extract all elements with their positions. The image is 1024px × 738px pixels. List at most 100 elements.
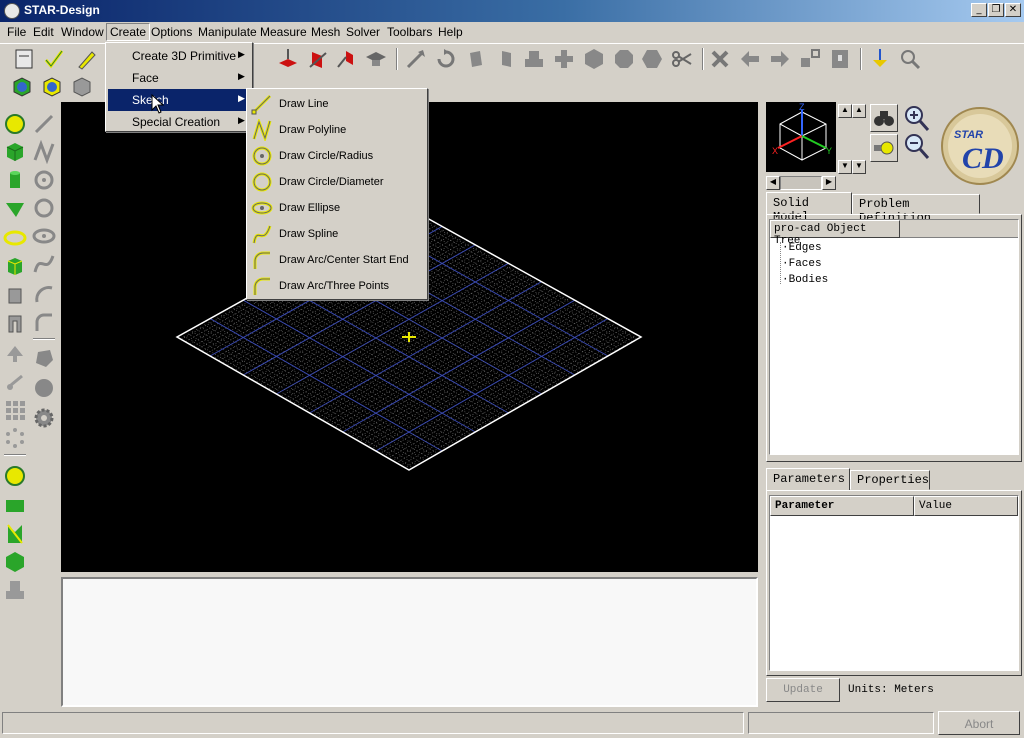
binoculars-icon[interactable]	[870, 104, 898, 132]
sketch-ellipse-icon[interactable]	[32, 224, 56, 248]
torus-icon[interactable]	[3, 226, 27, 250]
menu-item-draw-arc-center[interactable]: Draw Arc/Center Start End	[249, 247, 425, 273]
update-button[interactable]: Update	[766, 678, 840, 702]
cube-icon[interactable]	[3, 140, 27, 164]
sketch-circle-diameter-icon[interactable]	[32, 196, 56, 220]
menu-item-draw-arc-three-points[interactable]: Draw Arc/Three Points	[249, 273, 425, 299]
block-2-icon[interactable]	[494, 47, 518, 71]
menu-edit[interactable]: Edit	[30, 24, 57, 40]
polygon-face-icon[interactable]	[3, 522, 27, 546]
magnifier-icon[interactable]	[898, 47, 922, 71]
menu-help[interactable]: Help	[435, 24, 466, 40]
pin-down-icon[interactable]	[868, 47, 892, 71]
arrow-icon[interactable]	[404, 47, 428, 71]
tree-item-faces[interactable]: ·Faces	[782, 258, 822, 270]
menu-file[interactable]: File	[4, 24, 29, 40]
menu-item-draw-spline[interactable]: Draw Spline	[249, 221, 425, 247]
rotate-left-arrow-icon[interactable]: ◀	[766, 176, 780, 190]
tab-parameters[interactable]: Parameters	[766, 468, 850, 490]
menu-item-draw-polyline[interactable]: Draw Polyline	[249, 117, 425, 143]
rectangle-face-icon[interactable]	[3, 494, 27, 518]
minimize-button[interactable]: _	[971, 3, 987, 17]
light-icon[interactable]	[870, 134, 898, 162]
tab-solid-model[interactable]: Solid Model	[766, 192, 852, 224]
pencil-icon[interactable]	[74, 47, 98, 71]
rotate-down-arrow-icon[interactable]: ▼	[838, 160, 852, 174]
resize-icon[interactable]	[798, 47, 822, 71]
rotate-up-arrow-icon[interactable]: ▲	[838, 104, 852, 118]
menu-item-special-creation[interactable]: Special Creation ▶	[108, 111, 250, 133]
menu-mesh[interactable]: Mesh	[308, 24, 343, 40]
sketch-polyline-icon[interactable]	[32, 139, 56, 165]
column-header-value[interactable]: Value	[914, 496, 1018, 516]
zoom-out-icon[interactable]	[902, 132, 930, 160]
new-document-icon[interactable]	[12, 47, 36, 71]
circular-array-icon[interactable]	[3, 426, 27, 450]
rotate-icon[interactable]	[434, 47, 458, 71]
rotate-right-arrow-icon[interactable]: ▶	[822, 176, 836, 190]
extrude-icon[interactable]	[3, 284, 27, 308]
sketch-arc-center-icon[interactable]	[32, 282, 56, 306]
hexagon-face-icon[interactable]	[3, 550, 27, 574]
object-tree[interactable]: pro-cad Object Tree ·Edges ·Faces ·Bodie…	[769, 219, 1019, 455]
menu-item-face[interactable]: Face ▶	[108, 67, 250, 89]
panel-icon[interactable]	[828, 47, 852, 71]
sweep-icon[interactable]	[3, 342, 27, 366]
tab-properties[interactable]: Properties	[850, 470, 930, 490]
hexagon-icon[interactable]	[582, 47, 606, 71]
arrow-left-icon[interactable]	[738, 47, 762, 71]
menu-create[interactable]: Create	[106, 23, 151, 41]
output-console[interactable]	[61, 577, 758, 707]
gear-icon[interactable]	[32, 406, 56, 430]
check-icon[interactable]	[42, 47, 66, 71]
prism-icon[interactable]	[3, 254, 27, 278]
sketch-spline-icon[interactable]	[32, 252, 56, 276]
cone-icon[interactable]	[3, 196, 27, 220]
view-red-side-icon[interactable]	[334, 47, 358, 71]
sketch-circle-radius-icon[interactable]	[32, 168, 56, 192]
abort-button[interactable]: Abort	[938, 711, 1020, 735]
cylinder-icon[interactable]	[3, 168, 27, 192]
view-red-plane-icon[interactable]	[276, 47, 300, 71]
stack-icon[interactable]	[522, 47, 546, 71]
arrow-right-icon[interactable]	[768, 47, 792, 71]
blob-2-icon[interactable]	[32, 376, 56, 400]
cube-yellow-icon[interactable]	[40, 75, 64, 99]
block-icon[interactable]	[464, 47, 488, 71]
restore-button[interactable]: ❐	[988, 3, 1004, 17]
cube-world-icon[interactable]	[10, 75, 34, 99]
tab-problem-definition[interactable]: Problem Definition	[852, 194, 980, 225]
blob-icon[interactable]	[32, 346, 56, 370]
rotate-down-2-arrow-icon[interactable]: ▼	[852, 160, 866, 174]
menu-measure[interactable]: Measure	[257, 24, 310, 40]
column-header-parameter[interactable]: Parameter	[770, 496, 914, 516]
zoom-in-icon[interactable]	[902, 104, 930, 132]
menu-item-draw-line[interactable]: Draw Line	[249, 91, 425, 117]
sphere-icon[interactable]	[3, 112, 27, 136]
menu-item-draw-circle-diameter[interactable]: Draw Circle/Diameter	[249, 169, 425, 195]
scissors-icon[interactable]	[670, 47, 694, 71]
loft-icon[interactable]	[3, 370, 27, 394]
cube-gray-icon[interactable]	[70, 75, 94, 99]
sketch-arc-three-icon[interactable]	[32, 310, 56, 334]
menu-solver[interactable]: Solver	[343, 24, 383, 40]
cross-shape-icon[interactable]	[552, 47, 576, 71]
sketch-line-icon[interactable]	[32, 112, 56, 136]
view-red-iso-icon[interactable]	[306, 47, 330, 71]
delete-x-icon[interactable]	[708, 47, 732, 71]
rotate-up-2-arrow-icon[interactable]: ▲	[852, 104, 866, 118]
octagon-icon[interactable]	[612, 47, 636, 71]
tree-item-edges[interactable]: ·Edges	[782, 242, 822, 254]
boolean-icon[interactable]	[3, 578, 27, 602]
menu-item-create-3d-primitive[interactable]: Create 3D Primitive ▶	[108, 45, 250, 67]
menu-item-draw-ellipse[interactable]: Draw Ellipse	[249, 195, 425, 221]
menu-options[interactable]: Options	[148, 24, 195, 40]
parameters-table[interactable]: Parameter Value	[769, 495, 1019, 671]
menu-item-draw-circle-radius[interactable]: Draw Circle/Radius	[249, 143, 425, 169]
revolve-icon[interactable]	[3, 312, 27, 336]
rotate-scrollbar[interactable]	[780, 176, 822, 190]
mortarboard-icon[interactable]	[364, 47, 388, 71]
circle-face-icon[interactable]	[3, 464, 27, 488]
menu-manipulate[interactable]: Manipulate	[195, 24, 260, 40]
array-icon[interactable]	[3, 398, 27, 422]
